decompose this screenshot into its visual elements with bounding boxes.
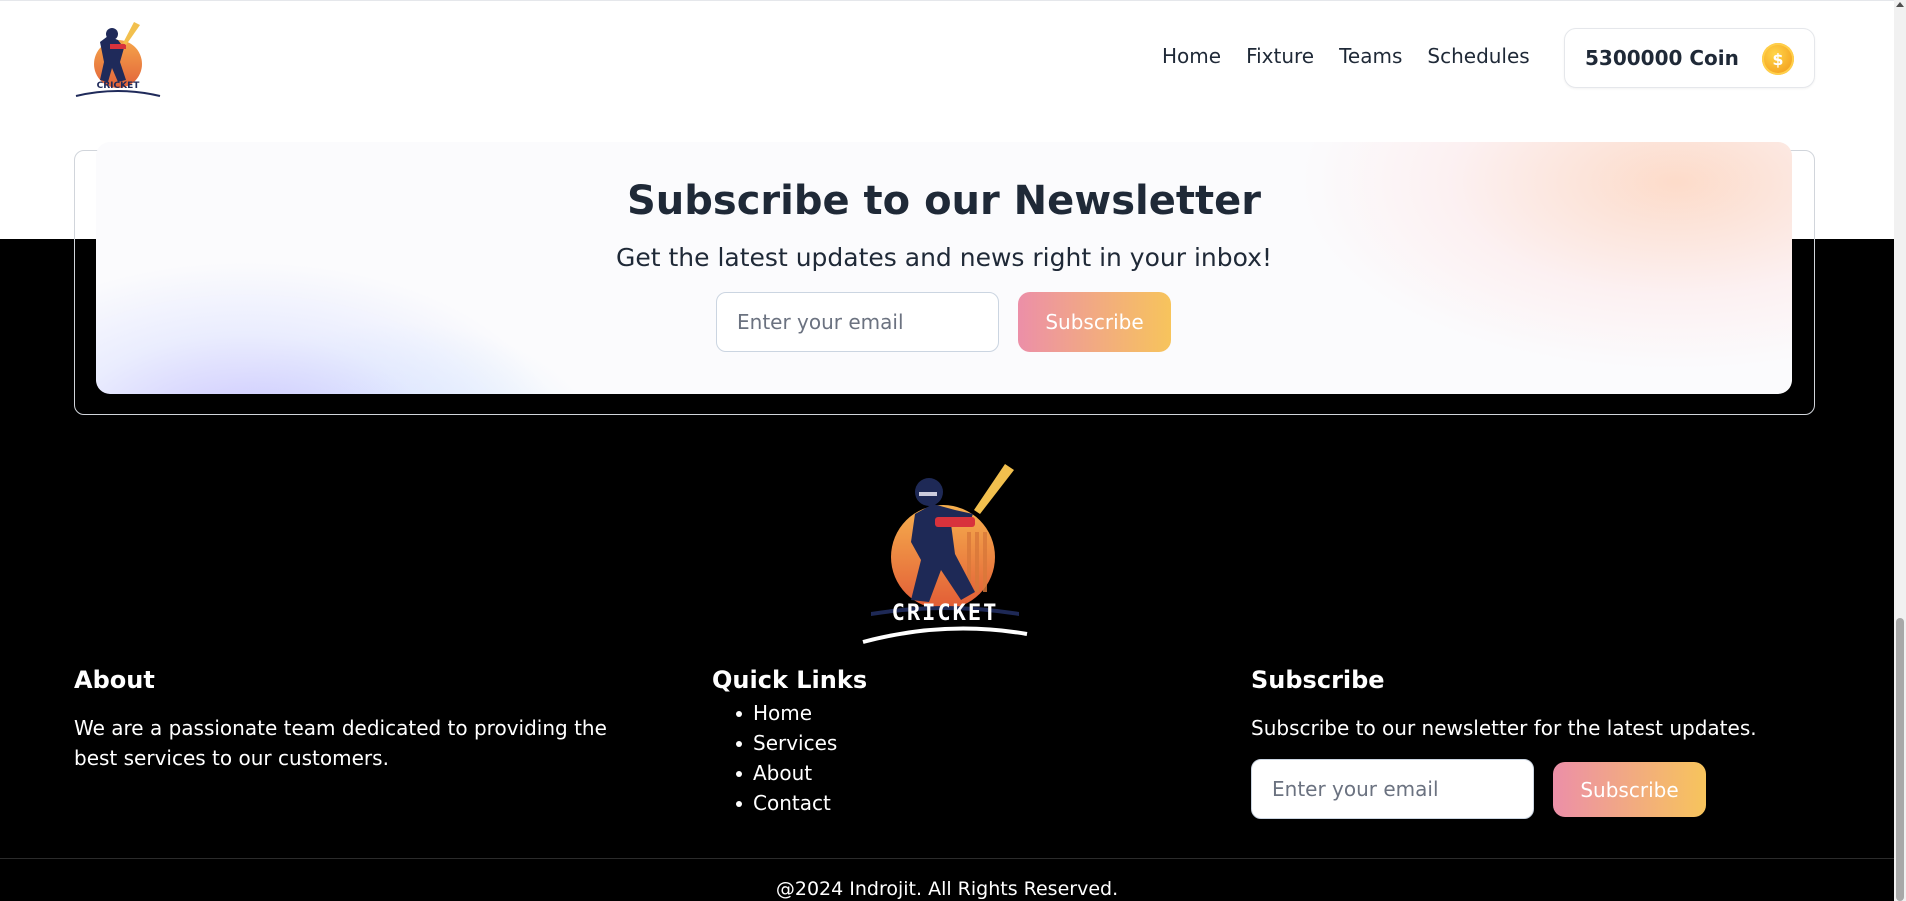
footer-link-services[interactable]: Services (718, 728, 837, 758)
footer-about-text: We are a passionate team dedicated to pr… (74, 716, 607, 770)
copyright-text: @2024 Indrojit. All Rights Reserved. (775, 878, 1119, 900)
nav-link-teams[interactable]: Teams (1339, 44, 1402, 68)
nav-links: Home Fixture Teams Schedules (1162, 44, 1555, 68)
svg-text:CRICKET: CRICKET (97, 81, 141, 91)
nav-link-fixture[interactable]: Fixture (1246, 44, 1314, 68)
cricket-logo[interactable]: CRICKET (74, 18, 162, 98)
footer-subscribe-button[interactable]: Subscribe (1553, 762, 1706, 817)
coin-balance-label: 5300000 Coin (1585, 46, 1739, 70)
nav-link-schedules[interactable]: Schedules (1427, 44, 1529, 68)
cricket-logo-large: CRICKET (862, 464, 1028, 644)
navbar: CRICKET Home Fixture Teams Schedules 530… (0, 0, 1894, 118)
footer-about-heading: About (74, 666, 155, 694)
nav-link-home[interactable]: Home (1162, 44, 1221, 68)
footer-divider (0, 858, 1894, 859)
footer-link-home[interactable]: Home (718, 698, 837, 728)
footer-subscribe-text: Subscribe to our newsletter for the late… (1251, 716, 1757, 740)
newsletter-subscribe-button[interactable]: Subscribe (1018, 292, 1171, 352)
footer-quick-links-heading: Quick Links (712, 666, 868, 694)
newsletter-card: Subscribe to our Newsletter Get the late… (96, 142, 1792, 394)
footer-email-input[interactable]: Enter your email (1251, 759, 1534, 819)
scroll-up-icon[interactable] (1896, 2, 1904, 7)
scrollbar-track[interactable] (1894, 0, 1906, 901)
coin-balance[interactable]: 5300000 Coin $ (1564, 28, 1815, 88)
footer-quick-links: Home Services About Contact (718, 698, 837, 818)
svg-text:CRICKET: CRICKET (892, 601, 999, 626)
footer-subscribe-heading: Subscribe (1251, 666, 1385, 694)
newsletter-title: Subscribe to our Newsletter (626, 178, 1261, 224)
footer-link-contact[interactable]: Contact (718, 788, 837, 818)
newsletter-email-input[interactable]: Enter your email (716, 292, 999, 352)
footer-link-about[interactable]: About (718, 758, 837, 788)
scrollbar-thumb[interactable] (1896, 618, 1904, 901)
newsletter-subtitle: Get the latest updates and news right in… (616, 243, 1272, 272)
dollar-coin-icon: $ (1762, 43, 1794, 75)
